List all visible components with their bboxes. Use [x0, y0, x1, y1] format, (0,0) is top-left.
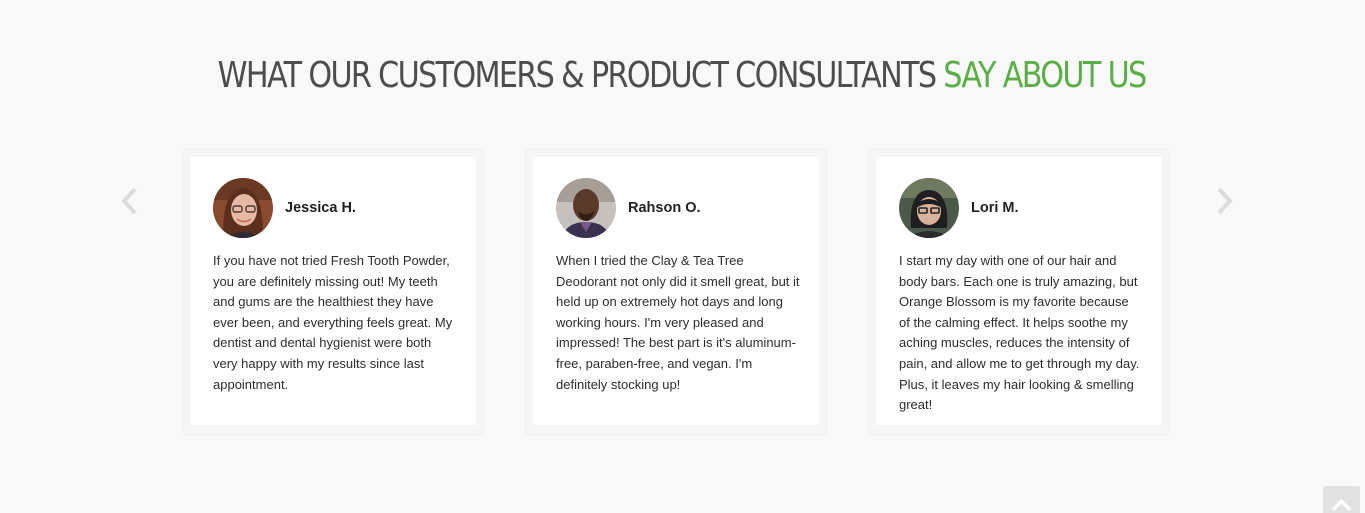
section-heading: WHAT OUR CUSTOMERS & PRODUCT CONSULTANTS…	[108, 52, 1255, 100]
testimonial-name: Jessica H.	[285, 199, 356, 216]
chevron-right-icon	[1217, 187, 1233, 215]
avatar	[213, 177, 273, 238]
carousel-prev-button[interactable]	[120, 186, 140, 216]
chevron-up-icon	[1331, 498, 1352, 512]
testimonial-card-body: Jessica H. If you have not tried Fresh T…	[190, 157, 476, 425]
avatar	[899, 177, 959, 238]
testimonials-section: WHAT OUR CUSTOMERS & PRODUCT CONSULTANTS…	[0, 0, 1365, 513]
testimonial-name: Rahson O.	[628, 199, 701, 216]
scroll-to-top-button[interactable]	[1323, 486, 1360, 513]
testimonial-quote: If you have not tried Fresh Tooth Powder…	[213, 253, 453, 392]
heading-accent: SAY ABOUT US	[943, 55, 1147, 96]
testimonial-quote: I start my day with one of our hair and …	[899, 253, 1140, 413]
testimonial-card-body: Lori M. I start my day with one of our h…	[876, 157, 1162, 425]
testimonial-card: Rahson O. When I tried the Clay & Tea Tr…	[526, 150, 826, 434]
heading-main: WHAT OUR CUSTOMERS & PRODUCT CONSULTANTS	[217, 55, 944, 96]
testimonial-quote: When I tried the Clay & Tea Tree Deodora…	[556, 253, 800, 392]
avatar	[556, 177, 616, 238]
chevron-left-icon	[121, 187, 137, 215]
testimonial-name: Lori M.	[971, 199, 1019, 216]
carousel-next-button[interactable]	[1214, 186, 1234, 216]
testimonial-header: Rahson O.	[556, 177, 797, 238]
testimonial-card: Jessica H. If you have not tried Fresh T…	[183, 150, 483, 434]
testimonial-header: Lori M.	[899, 177, 1140, 238]
testimonial-header: Jessica H.	[213, 177, 454, 238]
testimonial-card-body: Rahson O. When I tried the Clay & Tea Tr…	[533, 157, 819, 425]
testimonial-card: Lori M. I start my day with one of our h…	[869, 150, 1169, 434]
